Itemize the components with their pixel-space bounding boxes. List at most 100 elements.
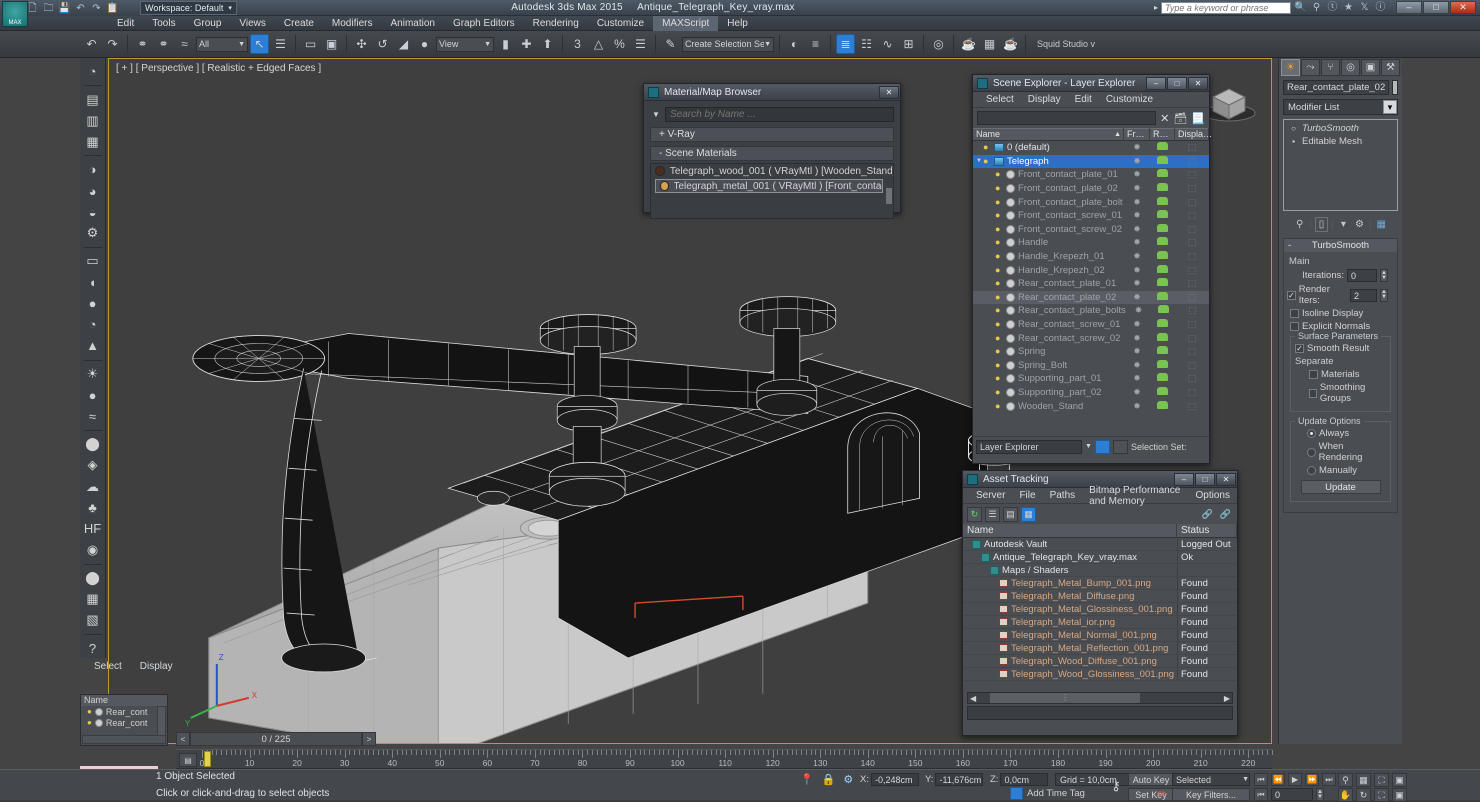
display-as-box-icon[interactable]: ⬚ [1175,197,1209,208]
redo-icon[interactable]: ↷ [90,2,103,15]
menu-item-maxscript[interactable]: MAXScript [653,15,719,31]
mirror-icon[interactable]: ◐ [785,34,804,54]
lightbulb-icon[interactable]: ● [995,347,1003,356]
viewport-label[interactable]: [ + ] [ Perspective ] [ Realistic + Edge… [116,63,321,74]
smooth-result-checkbox[interactable]: ✓ [1295,344,1304,353]
sphere-light-icon[interactable]: ● [82,386,104,405]
material-map-browser-window[interactable]: Material/Map Browser ✕ ▼ + V-Ray - Scene… [643,83,901,219]
time-slider-next-button[interactable]: > [362,732,376,746]
name-list-hscrollbar[interactable] [82,735,166,744]
vray-group-header[interactable]: + V-Ray [650,127,894,142]
key-mode-combo[interactable]: Selected ▼ [1172,773,1250,786]
motion-tab[interactable]: ◎ [1341,58,1360,76]
link-icon[interactable]: 🔗 [1200,507,1215,522]
key-mode-toggle-icon[interactable]: ⏮ [1254,788,1268,801]
render-toggle-icon[interactable] [1157,278,1168,287]
menu-item-help[interactable]: Help [718,16,757,31]
pin-stack-icon[interactable]: ⚲ [1293,217,1306,232]
open-mini-curve-editor-icon[interactable]: ▤ [179,753,197,767]
undo-icon[interactable]: ↶ [74,2,87,15]
go-to-end-icon[interactable]: ⏭ [1322,773,1336,786]
layer-explorer-toggle-icon[interactable] [1094,439,1110,454]
lightbulb-icon[interactable]: ● [995,292,1003,302]
time-slider-handle[interactable] [204,751,211,767]
render-toggle-icon[interactable] [1157,210,1168,219]
cloud-icon[interactable]: ☁ [82,477,104,496]
render-column-cell[interactable] [1150,278,1175,289]
scene-explorer-rows[interactable]: ● 0 (default) ✸ ⬚ ▼ ● Telegraph ✸ ⬚ ● Front_contac… [973,141,1209,436]
scene-explorer-menu-display[interactable]: Display [1021,94,1068,105]
material-list-item[interactable]: Telegraph_metal_001 ( VRayMtl ) [Front_c… [655,179,883,193]
track-bar[interactable]: ▤ 0 10 20 30 40 50 60 70 80 90 100 110 120 130 140 150 1… [176,749,1273,769]
render-setup-icon[interactable]: ▤ [82,90,104,109]
lightbulb-icon[interactable]: ● [87,707,92,716]
keyboard-shortcut-override-icon[interactable]: ⬆ [538,34,557,54]
display-as-box-icon[interactable]: ⬚ [1175,265,1209,276]
display-as-box-icon[interactable]: ⬚ [1175,373,1209,384]
render-column-cell[interactable] [1150,291,1175,303]
scene-explorer-row[interactable]: ▼ ● Telegraph ✸ ⬚ [973,154,1209,169]
object-name-field[interactable]: Rear_contact_plate_02 [1283,80,1390,95]
scene-explorer-row[interactable]: ● 0 (default) ✸ ⬚ [973,141,1209,155]
smoothing-groups-row[interactable]: Smoothing Groups [1295,382,1386,404]
lightbulb-icon[interactable]: ● [995,320,1003,329]
lightbulb-icon[interactable]: ● [995,170,1003,179]
percent-snap-toggle-icon[interactable]: % [610,34,629,54]
maximize-button[interactable]: □ [1423,1,1449,14]
menu-item-edit[interactable]: Edit [108,16,143,31]
list-view-icon[interactable]: ☰ [985,506,1000,522]
render-column-cell[interactable] [1150,142,1175,153]
display-label[interactable]: Display [140,661,173,672]
turbosmooth-rollout-header[interactable]: - TurboSmooth [1284,239,1397,252]
close-button[interactable]: ✕ [1450,1,1476,14]
new-layer-icon[interactable]: 🗃 [1173,112,1187,125]
smooth-result-row[interactable]: ✓ Smooth Result [1295,343,1386,354]
freeze-toggle-icon[interactable]: ✸ [1124,156,1150,167]
display-as-box-icon[interactable]: ⬚ [1175,278,1209,289]
render-toggle-icon[interactable] [1157,400,1168,409]
isoline-display-checkbox[interactable] [1290,309,1299,318]
select-and-move-icon[interactable]: ✣ [352,34,371,54]
display-as-box-icon[interactable]: ⬚ [1175,251,1209,262]
current-frame-input[interactable]: 0 [1271,788,1313,801]
display-as-box-icon[interactable]: ⬚ [1175,156,1209,167]
spinner-snap-toggle-icon[interactable]: ☰ [631,34,650,54]
current-frame-spinner[interactable]: ▲ ▼ [1316,788,1324,801]
asset-tracking-column-1[interactable]: Status [1177,524,1237,538]
scene-explorer-search-input[interactable] [977,111,1157,125]
key-icon[interactable]: ⚷ [1104,774,1128,798]
asset-tracking-menu-server[interactable]: Server [969,490,1012,501]
display-as-box-icon[interactable]: ⬚ [1175,183,1209,194]
scene-explorer-row[interactable]: ● Handle_Krepezh_02 ✸ ⬚ [973,263,1209,277]
render-toggle-icon[interactable] [1157,373,1168,382]
asset-tracking-row[interactable]: Telegraph_Metal_Diffuse.png Found [963,590,1237,603]
modifier-stack-entry[interactable]: ○ TurboSmooth [1286,122,1395,135]
display-as-box-icon[interactable]: ⬚ [1175,319,1209,330]
freeze-toggle-icon[interactable]: ✸ [1124,183,1150,194]
teapot-icon[interactable]: ◔ [82,62,104,81]
asset-tracking-row[interactable]: Autodesk Vault Logged Out [963,538,1237,551]
layer-explorer-icon[interactable]: ≣ [836,34,855,54]
rendered-frame-window-icon[interactable]: ▦ [980,34,999,54]
scene-explorer-row[interactable]: ● Supporting_part_01 ✸ ⬚ [973,372,1209,386]
menu-item-customize[interactable]: Customize [588,16,653,31]
lock-icon[interactable]: 🔒 [822,773,836,786]
material-list[interactable]: Telegraph_wood_001 ( VRayMtl ) [Wooden_S… [650,163,894,219]
sun-icon[interactable]: ☀ [82,364,104,383]
material-list-item[interactable]: Telegraph_wood_001 ( VRayMtl ) [Wooden_S… [651,164,893,178]
asset-tracking-column-0[interactable]: Name [963,524,1177,538]
scene-explorer-row[interactable]: ● Wooden_Stand ✸ ⬚ [973,399,1209,413]
lightbulb-icon[interactable]: ● [995,279,1003,288]
reference-coordinate-system-combo[interactable]: View ▼ [436,36,494,52]
layer-properties-icon[interactable]: 📃 [1191,112,1205,125]
asset-tracking-row[interactable]: Antique_Telegraph_Key_vray.max Ok [963,551,1237,564]
render-frame-window-icon[interactable]: ▥ [82,111,104,130]
material-search-input[interactable] [665,107,894,122]
lightbulb-icon[interactable]: ● [995,401,1003,411]
material-icon[interactable]: ⚙ [82,224,104,243]
time-tag-icon[interactable] [1010,787,1023,800]
update-when-rendering-row[interactable]: When Rendering [1295,441,1386,463]
scroll-left-icon[interactable]: ◀ [968,694,978,703]
go-to-start-icon[interactable]: ⏮ [1254,773,1268,786]
render-column-cell[interactable] [1150,346,1175,357]
